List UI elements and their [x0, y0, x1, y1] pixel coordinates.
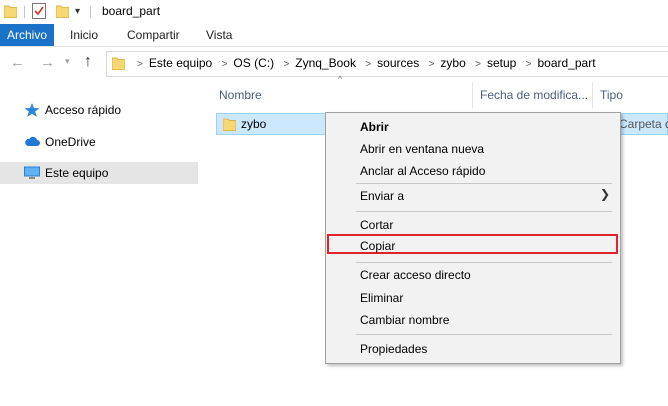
menu-item-crear-acceso-directo[interactable]: Crear acceso directo [360, 268, 471, 282]
tab-compartir[interactable]: Compartir [127, 24, 180, 46]
file-type: Carpeta de ar [619, 117, 668, 131]
title-separator [90, 6, 91, 18]
window-title: board_part [102, 4, 161, 18]
forward-arrow-icon[interactable]: → [40, 54, 55, 71]
menu-item-enviar-a[interactable]: Enviar a [360, 189, 404, 203]
properties-icon[interactable] [32, 3, 46, 19]
breadcrumb-este-equipo[interactable]: Este equipo [149, 56, 212, 70]
breadcrumb: > Este equipo > OS (C:) > Zynq_Book > source… [131, 56, 596, 70]
menu-item-eliminar[interactable]: Eliminar [360, 291, 403, 305]
sidebar-item-acceso-rapido[interactable]: Acceso rápido [0, 99, 198, 121]
address-bar[interactable]: > Este equipo > OS (C:) > Zynq_Book > source… [106, 51, 668, 77]
menu-item-cambiar-nombre[interactable]: Cambiar nombre [360, 313, 449, 327]
breadcrumb-os-c[interactable]: OS (C:) [233, 56, 274, 70]
breadcrumb-zybo[interactable]: zybo [440, 56, 465, 70]
menu-separator [356, 183, 612, 184]
quick-access-separator [24, 6, 25, 18]
column-header-fecha[interactable]: Fecha de modifica... [480, 88, 588, 102]
folder-icon [223, 118, 236, 131]
file-name: zybo [241, 117, 267, 131]
computer-icon [24, 166, 40, 179]
ribbon-tabs: Archivo Inicio Compartir Vista [0, 24, 668, 47]
breadcrumb-chevron-icon[interactable]: > [137, 59, 143, 70]
sidebar-item-este-equipo[interactable]: Este equipo [0, 162, 198, 184]
menu-item-anclar-acceso-rapido[interactable]: Anclar al Acceso rápido [360, 164, 485, 178]
context-menu: Abrir Abrir en ventana nueva Anclar al A… [325, 112, 621, 364]
back-arrow-icon[interactable]: ← [10, 54, 25, 71]
sidebar-item-label: Acceso rápido [45, 103, 122, 117]
new-folder-icon[interactable] [56, 4, 69, 18]
folder-icon [112, 57, 125, 70]
menu-separator [356, 334, 612, 335]
breadcrumb-chevron-icon[interactable]: > [222, 59, 228, 70]
sidebar-item-label: Este equipo [45, 166, 109, 180]
column-divider[interactable] [592, 82, 593, 108]
column-headers: Nombre Fecha de modifica... Tipo [212, 82, 668, 108]
menu-item-abrir-ventana-nueva[interactable]: Abrir en ventana nueva [360, 142, 484, 156]
menu-separator [356, 262, 612, 263]
menu-item-cortar[interactable]: Cortar [360, 218, 393, 232]
menu-separator [356, 211, 612, 212]
breadcrumb-chevron-icon[interactable]: > [429, 59, 435, 70]
navigation-pane: Acceso rápido OneDrive Este equipo [0, 88, 200, 406]
breadcrumb-chevron-icon[interactable]: > [365, 59, 371, 70]
breadcrumb-chevron-icon[interactable]: > [475, 59, 481, 70]
breadcrumb-chevron-icon[interactable]: > [283, 59, 289, 70]
breadcrumb-board-part[interactable]: board_part [537, 56, 595, 70]
menu-item-abrir[interactable]: Abrir [360, 120, 389, 134]
breadcrumb-setup[interactable]: setup [487, 56, 516, 70]
star-icon [24, 103, 40, 117]
breadcrumb-sources[interactable]: sources [377, 56, 419, 70]
breadcrumb-chevron-icon[interactable]: > [526, 59, 532, 70]
column-divider[interactable] [472, 82, 473, 108]
chevron-right-icon: ❯ [600, 187, 611, 201]
tab-vista[interactable]: Vista [206, 24, 232, 46]
customize-quick-access-dropdown[interactable]: ▾ [75, 6, 80, 17]
column-header-tipo[interactable]: Tipo [600, 88, 623, 102]
recent-locations-chevron-icon[interactable]: ▾ [65, 56, 70, 67]
breadcrumb-zynq-book[interactable]: Zynq_Book [295, 56, 356, 70]
up-arrow-icon[interactable]: ↑ [84, 53, 92, 71]
title-bar: ▾ board_part [0, 0, 668, 24]
tab-inicio[interactable]: Inicio [70, 24, 98, 46]
menu-item-copiar[interactable]: Copiar [360, 239, 395, 253]
menu-item-propiedades[interactable]: Propiedades [360, 342, 427, 356]
sidebar-item-label: OneDrive [45, 135, 96, 149]
cloud-icon [25, 136, 40, 146]
address-row: ← → ▾ ↑ > Este equipo > OS (C:) > Zynq_Book… [0, 47, 668, 79]
folder-icon[interactable] [4, 4, 17, 18]
column-header-nombre[interactable]: Nombre [219, 88, 262, 102]
sidebar-item-onedrive[interactable]: OneDrive [0, 131, 198, 153]
tab-archivo[interactable]: Archivo [0, 24, 54, 46]
